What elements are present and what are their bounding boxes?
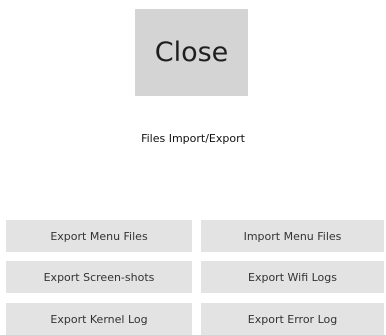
export-kernel-log-button[interactable]: Export Kernel Log [6, 303, 192, 335]
import-menu-files-button[interactable]: Import Menu Files [201, 220, 384, 252]
export-wifi-logs-button[interactable]: Export Wifi Logs [201, 261, 384, 293]
close-button[interactable]: Close [135, 9, 248, 96]
files-import-export-page: Close Files Import/Export Export Menu Fi… [0, 0, 386, 335]
export-menu-files-button[interactable]: Export Menu Files [6, 220, 192, 252]
export-screenshots-button[interactable]: Export Screen-shots [6, 261, 192, 293]
section-title: Files Import/Export [141, 132, 245, 145]
export-error-log-button[interactable]: Export Error Log [201, 303, 384, 335]
